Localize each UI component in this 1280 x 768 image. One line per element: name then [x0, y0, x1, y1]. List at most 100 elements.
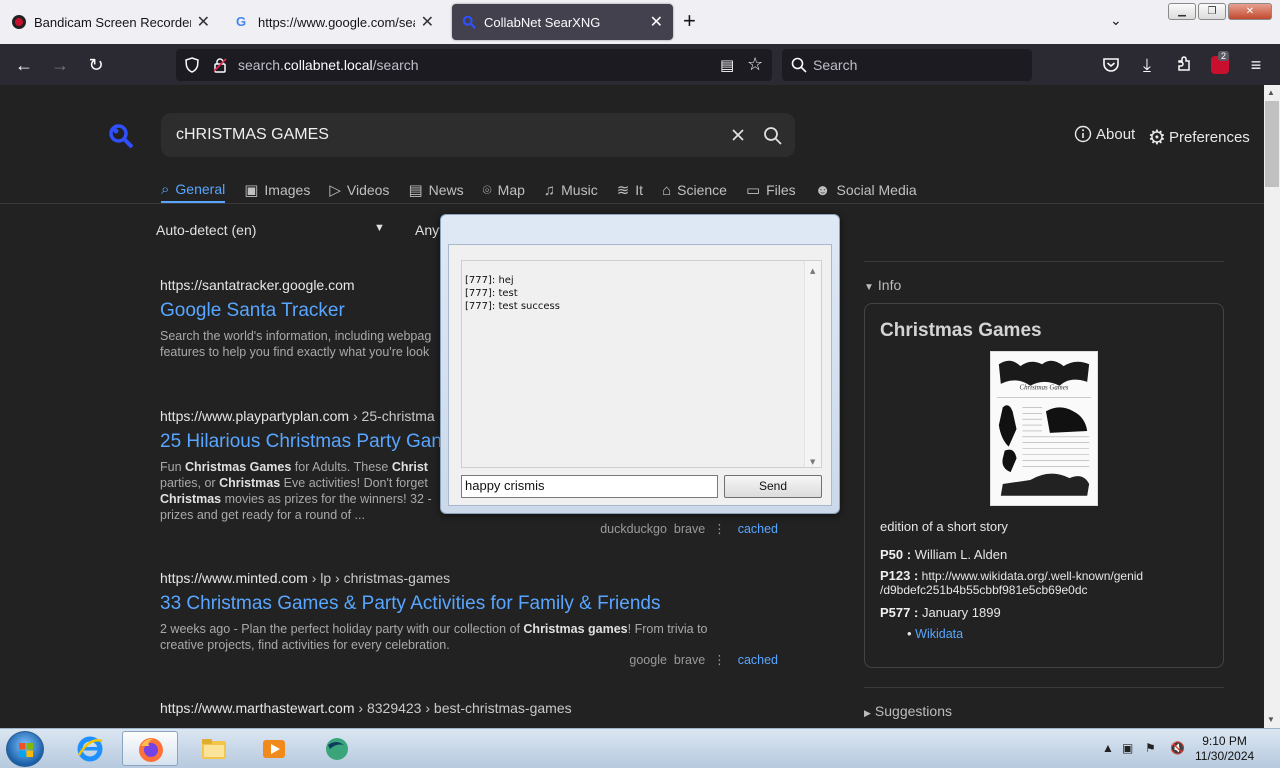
- windows-logo-icon: [19, 743, 33, 757]
- taskbar-internet-explorer[interactable]: [62, 731, 118, 766]
- scroll-down-icon[interactable]: ▼: [1267, 715, 1275, 724]
- tab-list-button[interactable]: ⌄: [1110, 12, 1122, 29]
- result-url[interactable]: https://www.minted.com › lp › christmas-…: [160, 570, 780, 586]
- infobox-toggle[interactable]: ▼ Info: [864, 277, 901, 293]
- taskbar-file-explorer[interactable]: [186, 731, 242, 766]
- folder-icon: [202, 739, 226, 759]
- result-url[interactable]: https://www.marthastewart.com › 8329423 …: [160, 700, 780, 716]
- infobox-description: edition of a short story: [880, 519, 1008, 534]
- scroll-thumb[interactable]: [1265, 101, 1279, 187]
- clear-icon[interactable]: [731, 128, 745, 142]
- downloads-icon[interactable]: ⤓: [1136, 54, 1158, 76]
- cached-link[interactable]: cached: [738, 522, 778, 536]
- lock-icon[interactable]: [212, 57, 228, 73]
- cached-link[interactable]: cached: [738, 653, 778, 667]
- back-icon[interactable]: ←: [13, 54, 35, 76]
- tab-music[interactable]: ♫ Music: [544, 177, 598, 203]
- extensions-icon[interactable]: [1175, 55, 1193, 73]
- url-bar[interactable]: search.collabnet.local/search ▤ ☆: [176, 49, 772, 81]
- shield-icon[interactable]: [184, 57, 200, 73]
- result-engines: google brave ⋮ cached: [629, 652, 778, 667]
- tab-map[interactable]: ⌾ Map: [483, 177, 525, 203]
- chat-dialog-body: [777]: hej [777]: test [777]: test succe…: [448, 244, 832, 506]
- time-range-select[interactable]: Anyt: [415, 222, 443, 238]
- system-clock[interactable]: 9:10 PM 11/30/2024: [1195, 734, 1254, 764]
- close-window-button[interactable]: ✕: [1228, 3, 1272, 20]
- close-icon[interactable]: ✕: [421, 12, 434, 32]
- tab-bandicam[interactable]: Bandicam Screen Recorder Do ✕: [2, 4, 220, 40]
- tab-general[interactable]: ⌕ General: [161, 177, 226, 203]
- close-icon[interactable]: ✕: [197, 12, 210, 32]
- more-icon[interactable]: ⋮: [713, 653, 726, 667]
- reader-view-icon[interactable]: ▤: [720, 56, 734, 74]
- network-icon[interactable]: ▣: [1122, 741, 1133, 755]
- pocket-icon[interactable]: [1102, 56, 1120, 74]
- send-button[interactable]: Send: [724, 475, 822, 498]
- tab-images[interactable]: ▣ Images: [244, 177, 310, 203]
- result-item: https://www.marthastewart.com › 8329423 …: [160, 700, 780, 716]
- close-icon[interactable]: ✕: [650, 12, 663, 32]
- bookmark-star-icon[interactable]: ☆: [747, 54, 763, 75]
- result-item: https://www.minted.com › lp › christmas-…: [160, 570, 780, 667]
- chat-dialog: [777]: hej [777]: test [777]: test succe…: [440, 214, 840, 514]
- tab-it[interactable]: ≋ It: [617, 177, 643, 203]
- maximize-button[interactable]: ❐: [1198, 3, 1226, 20]
- infobox-p123: P123 : http://www.wikidata.org/.well-kno…: [880, 568, 1144, 598]
- tab-social-media[interactable]: ☻ Social Media: [815, 177, 917, 203]
- forward-icon[interactable]: →: [49, 54, 71, 76]
- chat-log-scrollbar[interactable]: ▲ ▼: [804, 261, 821, 467]
- tab-videos[interactable]: ▷ Videos: [329, 177, 389, 203]
- result-title[interactable]: 33 Christmas Games & Party Activities fo…: [160, 593, 780, 615]
- infobox-image[interactable]: Christmas Games: [990, 351, 1098, 506]
- taskbar-media-player[interactable]: [246, 731, 302, 766]
- menu-icon[interactable]: ≡: [1245, 54, 1267, 76]
- wikidata-link[interactable]: Wikidata: [915, 627, 963, 641]
- chat-message: [777]: test: [465, 288, 518, 299]
- new-tab-button[interactable]: +: [683, 10, 696, 32]
- minimize-button[interactable]: ▁: [1168, 3, 1196, 20]
- tab-files[interactable]: ▭ Files: [746, 177, 796, 203]
- tab-label: General: [175, 181, 226, 197]
- reload-icon[interactable]: ↻: [85, 54, 107, 76]
- newspaper-icon: ▤: [408, 182, 423, 199]
- volume-muted-icon[interactable]: 🔇: [1170, 741, 1185, 755]
- web-search-bar[interactable]: Search: [782, 49, 1032, 81]
- suggestions-toggle[interactable]: ▶ Suggestions: [864, 703, 952, 719]
- tab-searxng[interactable]: CollabNet SearXNG ✕: [452, 4, 673, 40]
- tab-label: Images: [264, 182, 311, 198]
- language-select[interactable]: Auto-detect (en) ▼: [156, 222, 385, 238]
- preferences-label: Preferences: [1168, 129, 1250, 146]
- tab-title: https://www.google.com/searc: [258, 14, 415, 30]
- scroll-down-icon[interactable]: ▼: [810, 456, 815, 469]
- taskbar-firefox[interactable]: [122, 731, 178, 766]
- chat-log[interactable]: [777]: hej [777]: test [777]: test succe…: [461, 260, 822, 468]
- search-query-input[interactable]: cHRISTMAS GAMES: [176, 126, 329, 144]
- show-hidden-icons[interactable]: ▲: [1102, 741, 1114, 755]
- about-link[interactable]: About: [1074, 125, 1135, 143]
- tab-science[interactable]: ⌂ Science: [662, 177, 727, 203]
- search-box[interactable]: cHRISTMAS GAMES: [161, 113, 795, 157]
- infobox-link-item: • Wikidata: [907, 626, 964, 641]
- tab-news[interactable]: ▤ News: [408, 177, 463, 203]
- scroll-up-icon[interactable]: ▲: [1267, 88, 1275, 97]
- suggestions-divider: [864, 687, 1224, 688]
- tab-label: Videos: [346, 182, 390, 198]
- preferences-link[interactable]: ⚙ Preferences: [1148, 125, 1250, 150]
- searxng-icon: [462, 15, 476, 29]
- searxng-logo-icon[interactable]: [108, 123, 134, 149]
- engine-label: brave: [673, 653, 706, 667]
- message-input[interactable]: happy crismis: [461, 475, 718, 498]
- url-text: search.collabnet.local/search: [238, 57, 419, 73]
- more-icon[interactable]: ⋮: [713, 522, 726, 536]
- search-submit-icon[interactable]: [763, 126, 782, 145]
- header-divider: [0, 203, 1264, 204]
- page-scrollbar[interactable]: ▲ ▼: [1264, 85, 1280, 728]
- taskbar-app[interactable]: [308, 731, 364, 766]
- scroll-up-icon[interactable]: ▲: [810, 265, 815, 278]
- play-icon: ▷: [329, 182, 341, 199]
- infobox-p577: P577 : January 1899: [880, 605, 1001, 620]
- action-center-flag-icon[interactable]: ⚑: [1145, 741, 1156, 755]
- start-button[interactable]: [6, 731, 44, 767]
- image-icon: ▣: [244, 182, 259, 199]
- tab-google[interactable]: G https://www.google.com/searc ✕: [226, 4, 444, 40]
